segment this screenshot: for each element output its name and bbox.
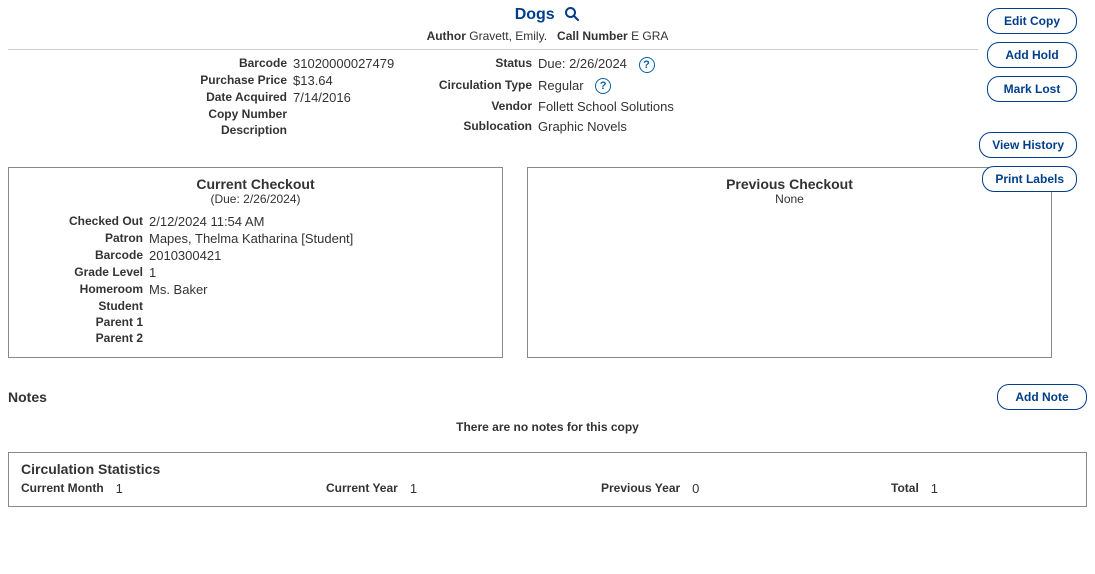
previous-checkout-none: None	[540, 192, 1039, 206]
student-label: Student	[21, 299, 149, 315]
mark-lost-button[interactable]: Mark Lost	[987, 76, 1077, 102]
author-label: Author	[427, 29, 466, 43]
edit-copy-button[interactable]: Edit Copy	[987, 8, 1077, 34]
homeroom-value: Ms. Baker	[149, 282, 353, 299]
stat-previous-year-value: 0	[692, 481, 699, 496]
current-checkout-panel: Current Checkout (Due: 2/26/2024) Checke…	[8, 167, 503, 358]
view-history-button[interactable]: View History	[979, 132, 1077, 158]
header-area: Dogs Author Gravett, Emily. Call Number …	[8, 6, 1087, 139]
help-icon[interactable]: ?	[595, 78, 611, 94]
barcode-value: 31020000027479	[293, 56, 428, 73]
add-hold-button[interactable]: Add Hold	[987, 42, 1077, 68]
divider	[8, 49, 978, 50]
stat-current-month-label: Current Month	[21, 481, 104, 496]
copy-number-value	[293, 107, 428, 123]
add-note-button[interactable]: Add Note	[997, 384, 1087, 410]
price-label: Purchase Price	[8, 73, 293, 90]
current-checkout-due: (Due: 2/26/2024)	[21, 192, 490, 206]
circ-type-value: Regular ?	[538, 78, 778, 100]
grade-value: 1	[149, 265, 353, 282]
checkout-row: Current Checkout (Due: 2/26/2024) Checke…	[8, 167, 1087, 358]
notes-empty-message: There are no notes for this copy	[8, 420, 1087, 434]
previous-checkout-title: Previous Checkout	[540, 176, 1039, 192]
grade-label: Grade Level	[21, 265, 149, 282]
barcode-label: Barcode	[8, 56, 293, 73]
sublocation-value: Graphic Novels	[538, 119, 778, 139]
details-grid: Barcode 31020000027479 Purchase Price $1…	[8, 56, 1087, 139]
parent1-label: Parent 1	[21, 315, 149, 331]
homeroom-label: Homeroom	[21, 282, 149, 299]
help-icon[interactable]: ?	[639, 57, 655, 73]
parent1-value	[149, 315, 353, 331]
stat-current-year-value: 1	[410, 481, 417, 496]
search-icon[interactable]	[564, 6, 580, 25]
patron-value: Mapes, Thelma Katharina [Student]	[149, 231, 353, 248]
patron-barcode-label: Barcode	[21, 248, 149, 265]
date-acquired-label: Date Acquired	[8, 90, 293, 107]
details-right-col: Status Due: 2/26/2024 ? Circulation Type…	[428, 56, 778, 139]
title-row: Dogs	[8, 6, 1087, 25]
patron-barcode-value: 2010300421	[149, 248, 353, 265]
checked-out-value: 2/12/2024 11:54 AM	[149, 214, 353, 231]
call-number-label: Call Number	[557, 29, 628, 43]
details-left-col: Barcode 31020000027479 Purchase Price $1…	[8, 56, 428, 139]
call-number-value: E GRA	[631, 29, 668, 43]
action-buttons: Edit Copy Add Hold Mark Lost View Histor…	[979, 8, 1077, 192]
notes-header-row: Notes Add Note	[8, 384, 1087, 410]
patron-label: Patron	[21, 231, 149, 248]
author-value: Gravett, Emily.	[469, 29, 547, 43]
date-acquired-value: 7/14/2016	[293, 90, 428, 107]
stat-current-year-label: Current Year	[326, 481, 398, 496]
checked-out-label: Checked Out	[21, 214, 149, 231]
title-link[interactable]: Dogs	[515, 6, 555, 23]
stat-previous-year-label: Previous Year	[601, 481, 680, 496]
stat-total-value: 1	[931, 481, 938, 496]
stats-heading: Circulation Statistics	[21, 461, 1074, 477]
subtitle-row: Author Gravett, Emily. Call Number E GRA	[8, 29, 1087, 43]
parent2-value	[149, 331, 353, 347]
previous-checkout-panel: Previous Checkout None	[527, 167, 1052, 358]
current-checkout-title: Current Checkout	[21, 176, 490, 192]
vendor-value: Follett School Solutions	[538, 99, 778, 119]
notes-heading: Notes	[8, 389, 997, 405]
sublocation-label: Sublocation	[428, 119, 538, 139]
description-label: Description	[8, 123, 293, 139]
circ-type-label: Circulation Type	[428, 78, 538, 100]
stat-current-month-value: 1	[116, 481, 123, 496]
status-label: Status	[428, 56, 538, 78]
copy-number-label: Copy Number	[8, 107, 293, 123]
status-value: Due: 2/26/2024 ?	[538, 56, 778, 78]
vendor-label: Vendor	[428, 99, 538, 119]
price-value: $13.64	[293, 73, 428, 90]
student-value	[149, 299, 353, 315]
description-value	[293, 123, 428, 139]
parent2-label: Parent 2	[21, 331, 149, 347]
stat-total-label: Total	[891, 481, 919, 496]
circulation-stats-panel: Circulation Statistics Current Month 1 C…	[8, 452, 1087, 507]
print-labels-button[interactable]: Print Labels	[982, 166, 1077, 192]
